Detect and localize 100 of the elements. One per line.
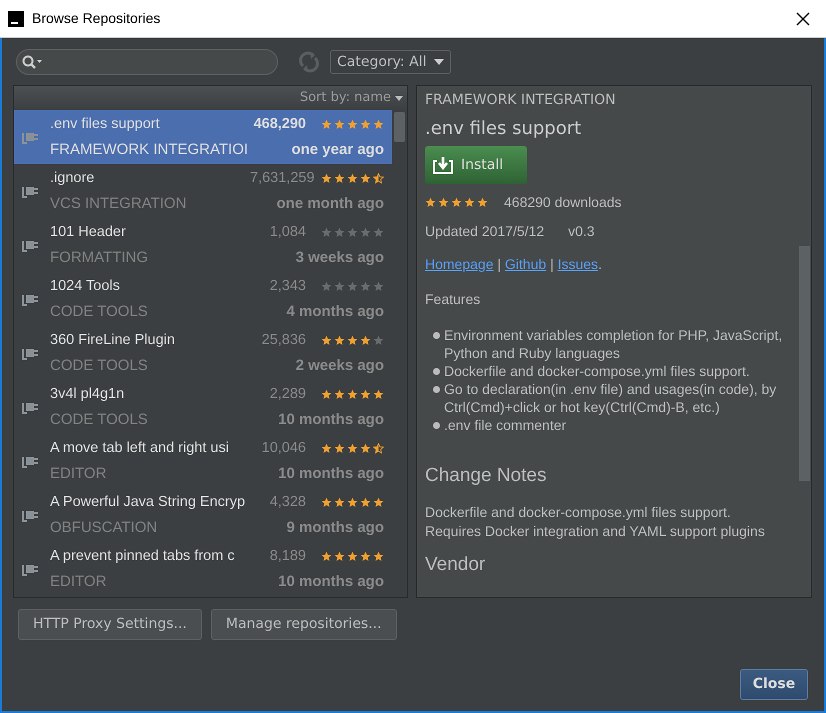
- link[interactable]: Github: [504, 256, 546, 272]
- plugin-name: A Powerful Java String Encryp: [50, 492, 246, 512]
- feature-text: Environment variables completion for PHP, JavaScript, Python and Ruby languages: [444, 326, 784, 362]
- plugin-icon: [22, 456, 39, 468]
- star-icon: [360, 119, 371, 130]
- feature-text: Dockerfile and docker-compose.yml files support.: [444, 362, 750, 380]
- plugin-name: A move tab left and right usi: [50, 438, 230, 458]
- section-heading: Vendor: [425, 552, 486, 576]
- star-icon: [347, 335, 358, 346]
- caret-icon: [434, 59, 444, 65]
- updated-time: one month ago: [276, 194, 384, 214]
- updated-date: Updated 2017/5/12: [425, 222, 544, 241]
- plugin-category: FORMATTING: [50, 248, 150, 268]
- close-button[interactable]: Close: [740, 669, 808, 700]
- download-count: 468290 downloads: [504, 193, 622, 212]
- scrollbar-thumb[interactable]: [394, 112, 405, 142]
- bullet-icon: [433, 422, 440, 429]
- star-icon: [360, 497, 371, 508]
- plugin-category: CODE TOOLS: [50, 410, 149, 430]
- download-count: 4,328: [268, 492, 307, 512]
- download-count: 25,836: [260, 330, 307, 350]
- star-icon: [438, 197, 449, 208]
- refresh-icon[interactable]: [298, 51, 320, 73]
- updated-time: one year ago: [291, 140, 384, 160]
- empty-star-icon: [373, 227, 384, 238]
- star-icon: [347, 443, 358, 454]
- plugin-list-item[interactable]: 3v4l pl4g1n 2,289 CODE TOOLS 10 months ago: [14, 380, 392, 434]
- star-icon: [321, 551, 332, 562]
- star-icon: [360, 389, 371, 400]
- download-count: 1,084: [268, 222, 307, 242]
- plugin-category: EDITOR: [50, 464, 108, 484]
- search-icon: [21, 54, 43, 70]
- plugin-category: EDITOR: [50, 572, 108, 592]
- updated-time: 2 weeks ago: [296, 356, 384, 376]
- empty-star-icon: [373, 281, 384, 292]
- updated-time: 10 months ago: [278, 410, 384, 430]
- star-icon: [373, 497, 384, 508]
- plugin-list-item[interactable]: 360 FireLine Plugin 25,836 CODE TOOLS 2 weeks ago: [14, 326, 392, 380]
- close-icon[interactable]: [796, 12, 810, 26]
- plugin-category: FRAMEWORK INTEGRATION: [425, 91, 617, 110]
- scrollbar-thumb[interactable]: [799, 246, 810, 481]
- star-icon: [347, 551, 358, 562]
- search-field[interactable]: [16, 49, 278, 75]
- link[interactable]: Homepage: [425, 256, 494, 272]
- half-star-icon: [373, 443, 384, 454]
- star-icon: [334, 173, 345, 184]
- plugin-list-item[interactable]: 1024 Tools 2,343 CODE TOOLS 4 months ago: [14, 272, 392, 326]
- plugin-list-item[interactable]: .env files support 468,290 FRAMEWORK INTEGRATIOI one year ago: [14, 110, 392, 164]
- star-icon: [334, 497, 345, 508]
- updated-time: 10 months ago: [278, 572, 384, 592]
- caret-icon: [395, 96, 403, 100]
- updated-time: 10 months ago: [278, 464, 384, 484]
- plugin-name: .env files support: [50, 114, 161, 134]
- plugin-name: 3v4l pl4g1n: [50, 384, 126, 404]
- star-icon: [334, 443, 345, 454]
- star-icon: [347, 119, 358, 130]
- link[interactable]: Issues: [558, 256, 598, 272]
- star-icon: [425, 197, 436, 208]
- download-count: 8,189: [268, 546, 307, 566]
- plugin-name: .ignore: [50, 168, 96, 188]
- dialog-button[interactable]: Manage repositories...: [210, 609, 397, 640]
- plugin-list-item[interactable]: A prevent pinned tabs from c 8,189 EDITOR 10 months ago: [14, 542, 392, 596]
- dialog-button[interactable]: HTTP Proxy Settings...: [18, 609, 202, 640]
- star-icon: [373, 389, 384, 400]
- updated-time: 9 months ago: [286, 518, 384, 538]
- section-heading: Change Notes: [425, 464, 548, 488]
- star-icon: [334, 119, 345, 130]
- plugin-category: OBFUSCATION: [50, 518, 158, 538]
- plugin-list-item[interactable]: .ignore 7,631,259 VCS INTEGRATION one month ago: [14, 164, 392, 218]
- star-icon: [451, 197, 462, 208]
- link-separator: |: [497, 256, 502, 272]
- plugin-icon: [22, 240, 39, 252]
- star-icon: [321, 389, 332, 400]
- plugin-list-item[interactable]: A move tab left and right usi 10,046 EDITOR 10 months ago: [14, 434, 392, 488]
- feature-text: Go to declaration(in .env file) and usages(in code), by Ctrl(Cmd)+click or hot key(Ctrl(Cmd)-B, etc.): [444, 380, 778, 416]
- install-button[interactable]: Install: [425, 146, 527, 184]
- empty-star-icon: [321, 227, 332, 238]
- plugin-icon: [22, 132, 39, 144]
- plugin-icon: [22, 294, 39, 306]
- plugin-name: 360 FireLine Plugin: [50, 330, 176, 350]
- star-icon: [321, 335, 332, 346]
- bullet-icon: [433, 368, 440, 375]
- feature-text: .env file commenter: [444, 416, 566, 434]
- star-icon: [477, 197, 488, 208]
- star-icon: [373, 119, 384, 130]
- download-count: 2,289: [268, 384, 307, 404]
- plugin-icon: [22, 348, 39, 360]
- star-icon: [334, 389, 345, 400]
- change-note: Requires Docker integration and YAML support plugins: [425, 522, 766, 540]
- star-icon: [321, 497, 332, 508]
- empty-star-icon: [347, 227, 358, 238]
- plugin-list-item[interactable]: A Powerful Java String Encryp 4,328 OBFUSCATION 9 months ago: [14, 488, 392, 542]
- window-title: Browse Repositories: [32, 9, 160, 28]
- plugin-list-item[interactable]: 101 Header 1,084 FORMATTING 3 weeks ago: [14, 218, 392, 272]
- empty-star-icon: [360, 227, 371, 238]
- category-dropdown[interactable]: Category: All: [330, 50, 452, 74]
- star-icon: [360, 551, 371, 562]
- star-icon: [347, 173, 358, 184]
- star-icon: [347, 497, 358, 508]
- star-icon: [321, 443, 332, 454]
